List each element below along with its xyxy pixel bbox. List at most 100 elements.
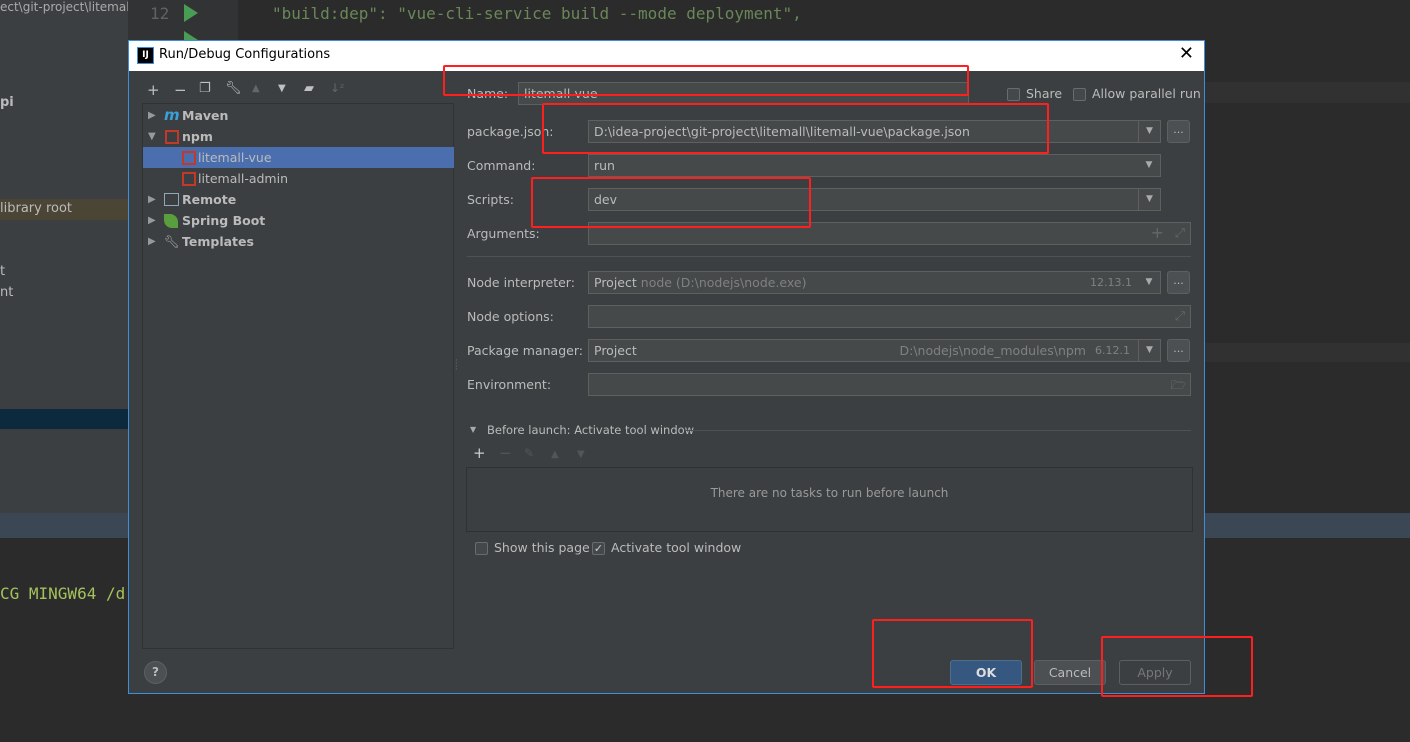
node-interpreter-label: Node interpreter: bbox=[467, 275, 575, 290]
tree-item-templates[interactable]: ▶ 🔧︎ Templates bbox=[143, 231, 454, 252]
browse-node-button[interactable]: ... bbox=[1167, 271, 1190, 294]
edit-task-icon[interactable]: ✎ bbox=[524, 446, 534, 460]
share-label: Share bbox=[1026, 86, 1063, 101]
tree-fragment: nt bbox=[0, 285, 14, 300]
dialog-title: Run/Debug Configurations bbox=[159, 47, 331, 62]
copy-icon[interactable]: ❐ bbox=[199, 81, 211, 96]
share-checkbox[interactable]: Share bbox=[1007, 86, 1062, 101]
command-select[interactable]: run ▼ bbox=[588, 154, 1161, 177]
tree-item-litemall-admin[interactable]: litemall-admin bbox=[143, 168, 454, 189]
allow-parallel-label: Allow parallel run bbox=[1092, 86, 1201, 101]
intellij-logo-icon: IJ bbox=[137, 47, 154, 64]
package-manager-select[interactable]: Project D:\nodejs\node_modules\npm 6.12.1 ▼ bbox=[588, 339, 1161, 362]
tree-label: litemall-vue bbox=[198, 150, 272, 165]
remove-icon[interactable]: − bbox=[174, 81, 187, 99]
arguments-label: Arguments: bbox=[467, 226, 540, 241]
tree-item-maven[interactable]: ▶ m Maven bbox=[143, 105, 454, 126]
chevron-down-icon[interactable]: ▼ bbox=[1138, 121, 1160, 142]
project-path: ect\git-project\litemall bbox=[0, 0, 133, 14]
editor-band bbox=[1205, 82, 1410, 103]
node-options-input[interactable]: ⤢ bbox=[588, 305, 1191, 328]
pm-path: D:\nodejs\node_modules\npm bbox=[899, 343, 1087, 358]
new-folder-icon[interactable]: ▰ bbox=[304, 81, 314, 96]
allow-parallel-checkbox[interactable]: Allow parallel run bbox=[1073, 86, 1201, 101]
pm-version: 6.12.1 bbox=[1095, 344, 1130, 357]
tree-item-spring-boot[interactable]: ▶ Spring Boot bbox=[143, 210, 454, 231]
selected-row bbox=[0, 409, 128, 429]
add-icon[interactable]: + bbox=[147, 81, 160, 99]
npm-icon bbox=[182, 172, 196, 186]
folder-icon[interactable]: 🗁 bbox=[1170, 376, 1186, 395]
run-gutter-icon[interactable] bbox=[184, 4, 198, 22]
empty-tasks-text: There are no tasks to run before launch bbox=[710, 486, 949, 500]
tree-label: litemall-admin bbox=[198, 171, 288, 186]
tree-item-npm[interactable]: ▼ npm bbox=[143, 126, 454, 147]
divider bbox=[467, 256, 1191, 257]
browse-package-button[interactable]: ... bbox=[1167, 120, 1190, 143]
maven-icon: m bbox=[164, 106, 180, 124]
tree-item-remote[interactable]: ▶ Remote bbox=[143, 189, 454, 210]
config-tree: ▶ m Maven ▼ npm litemall-vue litemall-admin… bbox=[142, 103, 454, 649]
code-line: "build:dep": "vue-cli-service build --mo… bbox=[272, 4, 802, 23]
expand-icon[interactable]: ⤢ bbox=[1175, 308, 1185, 324]
tree-label: Remote bbox=[182, 192, 237, 207]
before-launch-title[interactable]: Before launch: Activate tool window bbox=[487, 423, 694, 437]
show-page-label: Show this page bbox=[494, 540, 590, 555]
tree-item-litemall-vue[interactable]: litemall-vue bbox=[143, 147, 454, 168]
node-interpreter-select[interactable]: Project node (D:\nodejs\node.exe) 12.13.1… bbox=[588, 271, 1161, 294]
browse-pm-button[interactable]: ... bbox=[1167, 339, 1190, 362]
before-launch-task-list: There are no tasks to run before launch bbox=[466, 467, 1193, 532]
tree-label: npm bbox=[182, 129, 213, 144]
editor-band bbox=[1205, 343, 1410, 362]
move-down-icon[interactable]: ▼ bbox=[278, 83, 286, 94]
tree-label: Spring Boot bbox=[182, 213, 266, 228]
move-up-icon[interactable]: ▲ bbox=[551, 449, 559, 460]
add-task-icon[interactable]: + bbox=[473, 444, 486, 462]
cancel-button[interactable]: Cancel bbox=[1034, 660, 1106, 685]
move-down-icon[interactable]: ▼ bbox=[577, 449, 585, 460]
command-value: run bbox=[594, 158, 615, 173]
node-options-label: Node options: bbox=[467, 309, 554, 324]
environment-input[interactable]: 🗁 bbox=[588, 373, 1191, 396]
project-panel bbox=[0, 0, 128, 515]
help-button[interactable]: ? bbox=[144, 661, 167, 684]
remove-task-icon[interactable]: − bbox=[499, 444, 512, 462]
show-page-checkbox[interactable]: Show this page bbox=[475, 540, 590, 555]
divider bbox=[685, 430, 1191, 431]
add-icon[interactable]: + bbox=[1151, 223, 1164, 242]
environment-label: Environment: bbox=[467, 377, 552, 392]
tree-label: Maven bbox=[182, 108, 229, 123]
command-label: Command: bbox=[467, 158, 536, 173]
chevron-down-icon[interactable]: ▼ bbox=[1138, 155, 1160, 176]
spring-boot-icon bbox=[164, 214, 178, 228]
node-interpreter-value: Project bbox=[594, 275, 637, 290]
sort-icon[interactable]: ↓ᶻ bbox=[330, 81, 344, 95]
activate-tool-window-checkbox[interactable]: ✓ Activate tool window bbox=[592, 540, 741, 555]
package-json-label: package.json: bbox=[467, 124, 554, 139]
chevron-down-icon[interactable]: ▼ bbox=[1138, 272, 1160, 293]
remote-icon bbox=[164, 193, 179, 206]
annotation-box bbox=[443, 65, 969, 96]
wrench-icon[interactable]: 🔧︎ bbox=[225, 81, 242, 96]
annotation-box bbox=[1101, 636, 1253, 697]
npm-icon bbox=[165, 130, 179, 144]
tree-fragment: pi bbox=[0, 95, 14, 110]
package-manager-value: Project bbox=[594, 343, 637, 358]
close-icon[interactable]: ✕ bbox=[1179, 43, 1194, 64]
activate-label: Activate tool window bbox=[611, 540, 742, 555]
chevron-down-icon[interactable]: ▼ bbox=[1138, 340, 1160, 361]
tree-label: Templates bbox=[182, 234, 254, 249]
tree-fragment: t bbox=[0, 264, 6, 279]
expand-icon[interactable]: ⤢ bbox=[1175, 225, 1185, 241]
node-version: 12.13.1 bbox=[1090, 276, 1132, 289]
collapse-icon[interactable]: ▼ bbox=[470, 425, 476, 434]
terminal-prompt: CG MINGW64 /d bbox=[0, 584, 126, 603]
splitter-handle[interactable]: · · · · bbox=[455, 357, 458, 374]
package-manager-label: Package manager: bbox=[467, 343, 583, 358]
annotation-box bbox=[872, 619, 1033, 688]
line-number: 12 bbox=[150, 4, 170, 23]
move-up-icon[interactable]: ▲ bbox=[252, 83, 260, 94]
gutter bbox=[128, 0, 238, 40]
chevron-down-icon[interactable]: ▼ bbox=[1138, 189, 1160, 210]
check-icon: ✓ bbox=[592, 542, 605, 555]
